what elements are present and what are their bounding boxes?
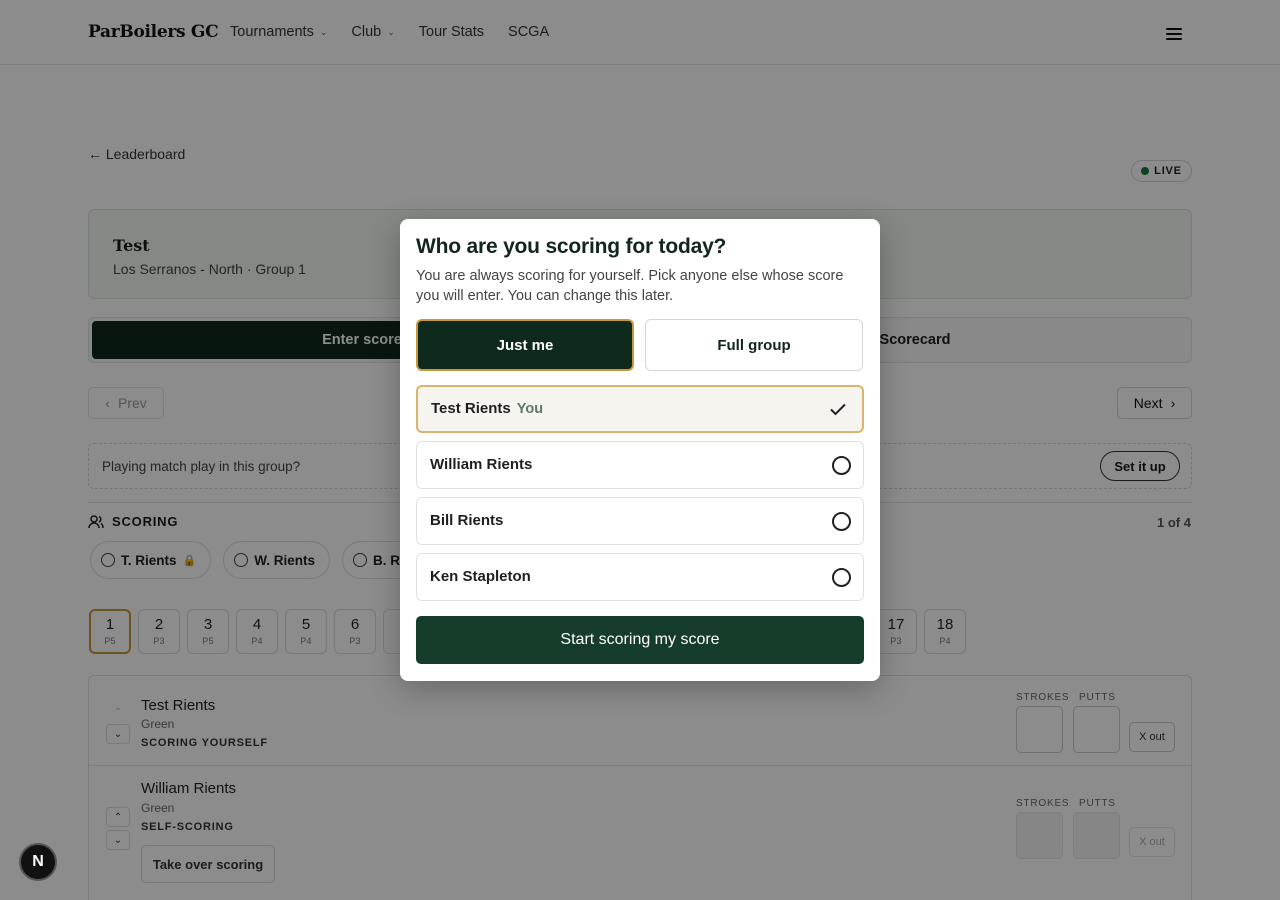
- dialog-description: You are always scoring for yourself. Pic…: [416, 268, 844, 304]
- start-scoring-button[interactable]: Start scoring my score: [416, 616, 864, 664]
- radio-icon: [832, 456, 851, 475]
- person-option-test-rients[interactable]: Test Rients You: [416, 385, 864, 433]
- full-group-button[interactable]: Full group: [645, 319, 863, 371]
- scoring-for-dialog: Who are you scoring for today? You are a…: [400, 219, 880, 681]
- radio-icon: [832, 512, 851, 531]
- check-icon: [830, 403, 846, 416]
- person-option-william-rients[interactable]: William Rients: [416, 441, 864, 489]
- dialog-title: Who are you scoring for today?: [416, 235, 727, 258]
- person-option-ken-stapleton[interactable]: Ken Stapleton: [416, 553, 864, 601]
- you-tag: You: [516, 401, 544, 417]
- nextjs-logo-icon[interactable]: N: [19, 843, 57, 881]
- just-me-button[interactable]: Just me: [416, 319, 634, 371]
- radio-icon: [832, 568, 851, 587]
- person-option-bill-rients[interactable]: Bill Rients: [416, 497, 864, 545]
